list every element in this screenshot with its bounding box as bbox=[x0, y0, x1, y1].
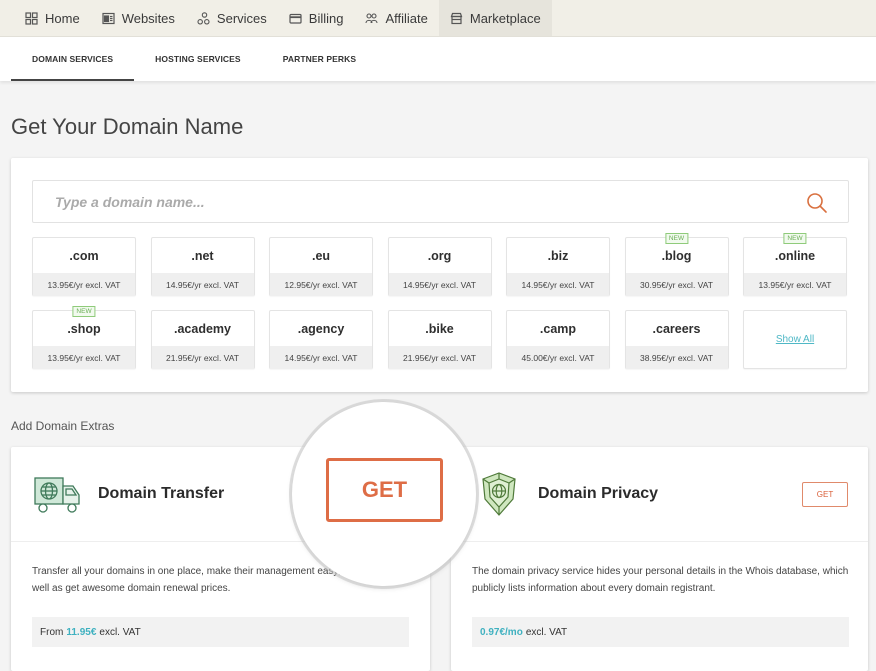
nav-item-affiliate[interactable]: Affiliate bbox=[354, 0, 438, 36]
services-icon bbox=[197, 11, 210, 25]
card-price: 0.97€/mo excl. VAT bbox=[472, 617, 849, 647]
tld-price: 14.95€/yr excl. VAT bbox=[151, 273, 254, 296]
magnifier-highlight: GET bbox=[292, 402, 476, 586]
search-icon[interactable] bbox=[806, 192, 828, 214]
price-prefix: From bbox=[40, 626, 64, 638]
tld-card-biz[interactable]: .biz 14.95€/yr excl. VAT bbox=[506, 237, 610, 296]
tld-card-blog[interactable]: NEW .blog 30.95€/yr excl. VAT bbox=[624, 233, 729, 296]
tld-card-org[interactable]: .org 14.95€/yr excl. VAT bbox=[387, 237, 492, 296]
tab-partner-perks[interactable]: PARTNER PERKS bbox=[262, 37, 377, 81]
tld-price: 14.95€/yr excl. VAT bbox=[270, 346, 372, 369]
tld-price: 21.95€/yr excl. VAT bbox=[388, 346, 491, 369]
nav-item-label: Marketplace bbox=[469, 10, 541, 26]
credit-card-icon bbox=[289, 12, 302, 25]
get-domain-transfer-button[interactable]: GET bbox=[326, 458, 443, 522]
domain-search-input[interactable] bbox=[55, 193, 755, 210]
domain-privacy-card: Domain Privacy GET The domain privacy se… bbox=[451, 447, 868, 671]
nav-item-home[interactable]: Home bbox=[14, 0, 91, 36]
card-price: From 11.95€ excl. VAT bbox=[32, 617, 409, 647]
website-icon bbox=[102, 12, 115, 25]
tld-name: .biz bbox=[547, 248, 569, 263]
store-icon bbox=[450, 12, 463, 25]
tld-price: 30.95€/yr excl. VAT bbox=[625, 273, 728, 296]
nav-item-label: Billing bbox=[308, 10, 344, 26]
tld-name: .bike bbox=[425, 321, 454, 336]
new-badge: NEW bbox=[664, 233, 689, 244]
tld-price: 14.95€/yr excl. VAT bbox=[388, 273, 491, 296]
nav-item-websites[interactable]: Websites bbox=[91, 0, 186, 36]
top-nav: Home Websites Services Billing Affiliate… bbox=[0, 0, 876, 37]
price-value: 0.97€/mo bbox=[480, 626, 523, 638]
tld-price: 13.95€/yr excl. VAT bbox=[33, 273, 135, 296]
tld-card-academy[interactable]: .academy 21.95€/yr excl. VAT bbox=[150, 310, 255, 369]
nav-item-marketplace[interactable]: Marketplace bbox=[438, 0, 552, 36]
extras-section-label: Add Domain Extras bbox=[11, 419, 115, 433]
tld-price: 13.95€/yr excl. VAT bbox=[33, 346, 135, 369]
tld-name: .agency bbox=[297, 321, 345, 336]
handshake-icon bbox=[365, 12, 379, 25]
tld-card-camp[interactable]: .camp 45.00€/yr excl. VAT bbox=[506, 310, 610, 369]
nav-item-label: Affiliate bbox=[385, 10, 428, 26]
tld-name: .com bbox=[69, 248, 99, 263]
tld-price: 13.95€/yr excl. VAT bbox=[744, 273, 846, 296]
card-title: Domain Transfer bbox=[98, 485, 225, 502]
tld-name: .net bbox=[191, 248, 214, 263]
tld-card-online[interactable]: NEW .online 13.95€/yr excl. VAT bbox=[743, 233, 847, 296]
tld-price: 14.95€/yr excl. VAT bbox=[507, 273, 609, 296]
page-title: Get Your Domain Name bbox=[11, 114, 244, 139]
tld-card-com[interactable]: .com 13.95€/yr excl. VAT bbox=[32, 237, 136, 296]
truck-globe-icon bbox=[33, 474, 85, 518]
new-badge: NEW bbox=[72, 306, 96, 317]
price-suffix: excl. VAT bbox=[525, 626, 568, 638]
tld-card-bike[interactable]: .bike 21.95€/yr excl. VAT bbox=[387, 310, 492, 369]
nav-item-label: Websites bbox=[121, 10, 175, 26]
tld-name: .org bbox=[427, 248, 452, 263]
tld-card-eu[interactable]: .eu 12.95€/yr excl. VAT bbox=[269, 237, 373, 296]
domain-search-card: .com 13.95€/yr excl. VAT .net 14.95€/yr … bbox=[11, 158, 868, 392]
card-title: Domain Privacy bbox=[538, 485, 659, 502]
nav-item-billing[interactable]: Billing bbox=[278, 0, 355, 36]
card-header: Domain Privacy GET bbox=[451, 447, 868, 542]
price-value: 11.95€ bbox=[66, 626, 97, 638]
get-domain-privacy-button[interactable]: GET bbox=[802, 482, 848, 507]
shield-globe-icon bbox=[479, 471, 519, 519]
tld-name: .camp bbox=[539, 321, 577, 336]
sub-tabs: DOMAIN SERVICES HOSTING SERVICES PARTNER… bbox=[0, 37, 876, 81]
tab-hosting-services[interactable]: HOSTING SERVICES bbox=[134, 37, 262, 81]
show-all-card: Show All bbox=[743, 310, 847, 369]
tld-price: 38.95€/yr excl. VAT bbox=[625, 346, 728, 369]
show-all-link[interactable]: Show All bbox=[776, 334, 814, 345]
tld-price: 12.95€/yr excl. VAT bbox=[270, 273, 372, 296]
nav-item-label: Home bbox=[45, 10, 80, 26]
domain-search-box bbox=[32, 180, 849, 223]
tld-grid: .com 13.95€/yr excl. VAT .net 14.95€/yr … bbox=[32, 233, 847, 369]
tld-name: .eu bbox=[311, 248, 331, 263]
card-description: The domain privacy service hides your pe… bbox=[472, 566, 849, 594]
tld-card-shop[interactable]: NEW .shop 13.95€/yr excl. VAT bbox=[32, 306, 136, 369]
tld-name: .academy bbox=[174, 321, 231, 336]
tld-price: 21.95€/yr excl. VAT bbox=[151, 346, 254, 369]
price-suffix: excl. VAT bbox=[99, 626, 141, 638]
grid-icon bbox=[25, 11, 38, 25]
tld-name: .careers bbox=[652, 321, 701, 336]
tab-domain-services[interactable]: DOMAIN SERVICES bbox=[11, 37, 135, 81]
tld-card-agency[interactable]: .agency 14.95€/yr excl. VAT bbox=[269, 310, 373, 369]
tld-card-net[interactable]: .net 14.95€/yr excl. VAT bbox=[150, 237, 255, 296]
new-badge: NEW bbox=[783, 233, 807, 244]
nav-item-services[interactable]: Services bbox=[186, 0, 278, 36]
nav-item-label: Services bbox=[216, 10, 267, 26]
tld-card-careers[interactable]: .careers 38.95€/yr excl. VAT bbox=[624, 310, 729, 369]
tld-price: 45.00€/yr excl. VAT bbox=[507, 346, 609, 369]
